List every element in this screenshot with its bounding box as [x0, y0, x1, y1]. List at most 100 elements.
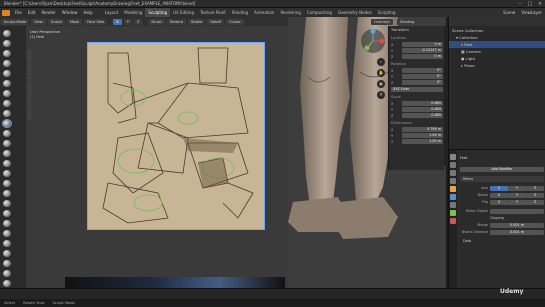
dimensions-y-row[interactable]: Y 1.04 m	[391, 133, 443, 138]
slide-relax-brush-icon[interactable]	[3, 249, 11, 257]
tool-tab-icon[interactable]	[450, 154, 456, 160]
close-icon[interactable]: ×	[535, 0, 545, 8]
gizmo-x-axis[interactable]	[379, 38, 385, 44]
view-menu[interactable]: View	[31, 18, 46, 25]
physics-tab-icon[interactable]	[450, 202, 456, 208]
object-tab-icon[interactable]	[450, 186, 456, 192]
pose-brush-icon[interactable]	[3, 219, 11, 227]
camera-icon[interactable]: ▣	[377, 80, 385, 88]
crease-brush-icon[interactable]	[3, 109, 11, 117]
multiplane-scrape-brush-icon[interactable]	[3, 159, 11, 167]
nudge-brush-icon[interactable]	[3, 229, 11, 237]
blender-logo-icon[interactable]	[2, 9, 10, 16]
dimensions-z-row[interactable]: Z 1.00 m	[391, 139, 443, 144]
scrape-brush-icon[interactable]	[3, 149, 11, 157]
rotation-mode-row[interactable]: XYZ Euler	[391, 87, 443, 92]
snake-hook-brush-icon[interactable]	[3, 199, 11, 207]
symmetry-x-button[interactable]: X	[113, 18, 122, 25]
symmetry-z-button[interactable]: Z	[133, 18, 143, 25]
menu-window[interactable]: Window	[59, 8, 81, 17]
rotation-y-row[interactable]: Y 0°	[391, 74, 443, 79]
tab-scripting[interactable]: Scripting	[375, 8, 399, 17]
tab-uv-editing[interactable]: UV Editing	[170, 8, 197, 17]
boundary-brush-icon[interactable]	[3, 259, 11, 267]
minimize-icon[interactable]: –	[515, 0, 525, 8]
simplify-brush-icon[interactable]	[3, 279, 11, 287]
mode-selector[interactable]: Sculpt Mode	[1, 18, 30, 25]
inflate-brush-icon[interactable]	[3, 89, 11, 97]
data-tab-icon[interactable]	[450, 210, 456, 216]
rotation-x-row[interactable]: X 0°	[391, 68, 443, 73]
tab-modeling[interactable]: Modeling	[121, 8, 145, 17]
flatten-brush-icon[interactable]	[3, 129, 11, 137]
falloff-menu[interactable]: Falloff	[207, 18, 224, 25]
gizmo-y-axis[interactable]	[364, 45, 370, 51]
clay-strips-brush-icon[interactable]	[3, 59, 11, 67]
draw-brush-icon[interactable]	[3, 29, 11, 37]
outliner-row-collection[interactable]: ▾ Collection	[449, 34, 545, 41]
timeline[interactable]	[0, 288, 545, 299]
add-modifier-row[interactable]: Add Modifier	[460, 166, 544, 172]
brush-menu[interactable]: Brush	[148, 18, 165, 25]
tab-layout[interactable]: Layout	[102, 8, 122, 17]
cursor-menu[interactable]: Cursor	[226, 18, 244, 25]
navigation-gizmo[interactable]	[360, 28, 386, 54]
tab-shading[interactable]: Shading	[229, 8, 251, 17]
pan-icon[interactable]: ✋	[377, 69, 385, 77]
dimensions-x-row[interactable]: X 0.798 m	[391, 127, 443, 132]
render-tab-icon[interactable]	[450, 162, 456, 168]
rotate-brush-icon[interactable]	[3, 239, 11, 247]
clay-thumb-brush-icon[interactable]	[3, 69, 11, 77]
tab-geometry-nodes[interactable]: Geometry Nodes	[335, 8, 375, 17]
menu-render[interactable]: Render	[38, 8, 58, 17]
scale-x-row[interactable]: X 0.869	[391, 101, 443, 106]
menu-help[interactable]: Help	[80, 8, 95, 17]
draw-sharp-brush-icon[interactable]	[3, 39, 11, 47]
location-z-row[interactable]: Z0 m	[391, 54, 443, 59]
menu-edit[interactable]: Edit	[25, 8, 39, 17]
overlays-button[interactable]: Overlays	[371, 19, 393, 25]
output-tab-icon[interactable]	[450, 170, 456, 176]
location-x-row[interactable]: X0 m	[391, 42, 443, 47]
tab-compositing[interactable]: Compositing	[304, 8, 335, 17]
object-name-row[interactable]: Feet	[460, 155, 544, 161]
grab-brush-icon[interactable]	[3, 179, 11, 187]
sculpt-menu[interactable]: Sculpt	[47, 18, 65, 25]
stroke-menu[interactable]: Stroke	[187, 18, 206, 25]
tab-texture-paint[interactable]: Texture Paint	[197, 8, 229, 17]
face-sets-menu[interactable]: Face Sets	[84, 18, 108, 25]
zoom-icon[interactable]: ⌕	[377, 58, 385, 66]
view-layer-selector[interactable]: ViewLayer	[518, 8, 545, 17]
tab-rendering[interactable]: Rendering	[277, 8, 303, 17]
fill-brush-icon[interactable]	[3, 139, 11, 147]
scene-tab-icon[interactable]	[450, 178, 456, 184]
outliner-row-scene-collection[interactable]: Scene Collection	[449, 27, 545, 34]
location-y-row[interactable]: Y -0.12147 m	[391, 48, 443, 53]
modifier-tab-icon[interactable]	[450, 194, 456, 200]
texture-menu[interactable]: Texture	[166, 18, 186, 25]
outliner-row-feet[interactable]: ▾ Feet	[449, 41, 545, 48]
material-tab-icon[interactable]	[450, 218, 456, 224]
blob-brush-icon[interactable]	[3, 99, 11, 107]
clipping-row[interactable]: Clipping	[460, 215, 544, 221]
data-section[interactable]: Data	[460, 238, 544, 244]
outliner-row-light[interactable]: ● Light	[449, 55, 545, 62]
scale-z-row[interactable]: Z 0.869	[391, 113, 443, 118]
elastic-deform-brush-icon[interactable]	[3, 189, 11, 197]
pinch-brush-icon[interactable]	[3, 169, 11, 177]
smooth-brush-icon[interactable]	[2, 118, 12, 128]
menu-file[interactable]: File	[12, 8, 25, 17]
mask-menu[interactable]: Mask	[66, 18, 83, 25]
scene-selector[interactable]: Scene	[500, 8, 518, 17]
tab-sculpting[interactable]: Sculpting	[145, 8, 171, 17]
symmetry-y-button[interactable]: Y	[123, 18, 132, 25]
maximize-icon[interactable]: □	[525, 0, 535, 8]
outliner-row-plane[interactable]: ▸ Plane	[449, 62, 545, 69]
scale-y-row[interactable]: Y 0.869	[391, 107, 443, 112]
outliner-row-camera[interactable]: ■ Camera	[449, 48, 545, 55]
mirror-modifier-header[interactable]: Mirror	[460, 176, 544, 182]
layer-brush-icon[interactable]	[3, 79, 11, 87]
tab-animation[interactable]: Animation	[251, 8, 277, 17]
add-modifier-button[interactable]: Add Modifier	[460, 166, 544, 172]
cloth-brush-icon[interactable]	[3, 269, 11, 277]
